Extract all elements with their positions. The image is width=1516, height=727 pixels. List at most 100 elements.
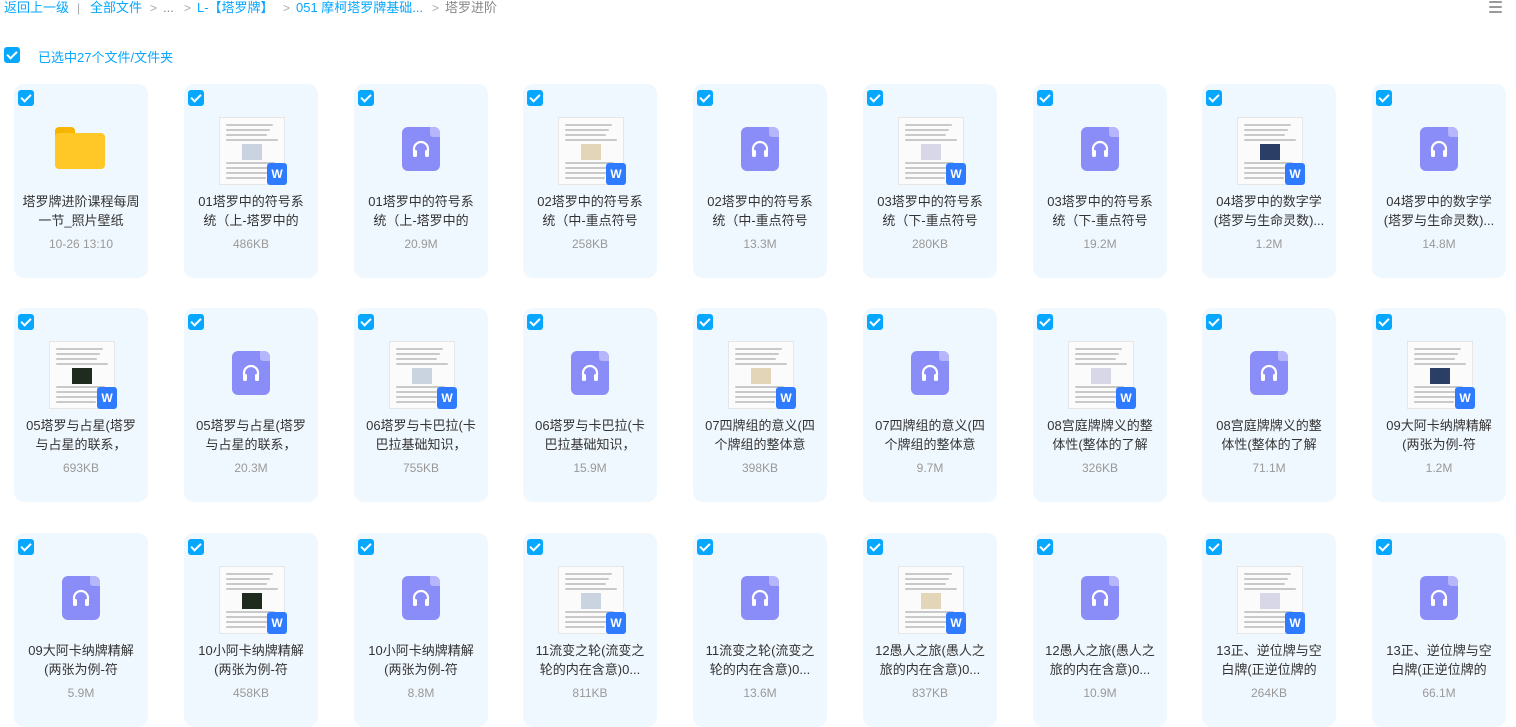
breadcrumb-tarot[interactable]: L-【塔罗牌】 [197,0,274,16]
audio-file-icon [571,351,609,395]
file-card[interactable]: 09大阿卡纳牌精解(两张为例-符 5.9M [14,533,148,727]
breadcrumb-course[interactable]: 051 摩柯塔罗牌基础... [296,0,423,16]
breadcrumb-separator: > [184,1,192,15]
file-checkbox[interactable] [188,539,204,555]
file-card[interactable]: W 13正、逆位牌与空白牌(正逆位牌的 264KB [1202,533,1336,727]
file-checkbox[interactable] [18,539,34,555]
word-doc-icon: W [776,387,796,409]
file-card[interactable]: W 11流变之轮(流变之轮的内在含意)0... 811KB [523,533,657,727]
file-card[interactable]: W 12愚人之旅(愚人之旅的内在含意)0... 837KB [863,533,997,727]
back-link[interactable]: 返回上一级 [4,0,69,16]
file-checkbox[interactable] [188,314,204,330]
audio-file-icon [232,351,270,395]
file-name: 07四牌组的意义(四个牌组的整体意 [875,418,985,452]
file-size: 20.3M [234,461,268,475]
file-checkbox[interactable] [867,314,883,330]
file-name: 02塔罗中的符号系统（中-重点符号 [537,194,643,228]
audio-file-icon [741,127,779,171]
file-name: 01塔罗中的符号系统（上-塔罗中的 [368,194,474,228]
audio-file-icon [62,576,100,620]
breadcrumb-ellipsis[interactable]: ... [163,0,174,16]
file-checkbox[interactable] [527,90,543,106]
file-checkbox[interactable] [1376,314,1392,330]
file-card[interactable]: 06塔罗与卡巴拉(卡巴拉基础知识， 15.9M [523,308,657,502]
file-name: 01塔罗中的符号系统（上-塔罗中的 [198,194,304,228]
file-card[interactable]: 10小阿卡纳牌精解(两张为例-符 8.8M [354,533,488,727]
file-card[interactable]: W 10小阿卡纳牌精解(两张为例-符 458KB [184,533,318,727]
file-card[interactable]: 05塔罗与占星(塔罗与占星的联系， 20.3M [184,308,318,502]
breadcrumb-divider: | [77,1,81,15]
file-name: 13正、逆位牌与空白牌(正逆位牌的 [1386,643,1492,677]
file-checkbox[interactable] [867,539,883,555]
file-checkbox[interactable] [1206,539,1222,555]
file-card[interactable]: 04塔罗中的数字学(塔罗与生命灵数)... 14.8M [1372,84,1506,278]
file-name: 12愚人之旅(愚人之旅的内在含意)0... [1045,643,1155,677]
folder-card[interactable]: 塔罗牌进阶课程每周一节_照片壁纸 10-26 13:10 [14,84,148,278]
folder-icon [55,127,105,169]
file-card[interactable]: W 05塔罗与占星(塔罗与占星的联系， 693KB [14,308,148,502]
file-card[interactable]: W 06塔罗与卡巴拉(卡巴拉基础知识， 755KB [354,308,488,502]
audio-file-icon [911,351,949,395]
breadcrumb-separator: > [432,1,440,15]
file-card[interactable]: W 03塔罗中的符号系统（下-重点符号 280KB [863,84,997,278]
file-checkbox[interactable] [1376,539,1392,555]
file-checkbox[interactable] [867,90,883,106]
file-name: 12愚人之旅(愚人之旅的内在含意)0... [875,643,985,677]
file-card[interactable]: 01塔罗中的符号系统（上-塔罗中的 20.9M [354,84,488,278]
file-name: 06塔罗与卡巴拉(卡巴拉基础知识， [535,418,645,452]
folder-date: 10-26 13:10 [48,237,114,251]
file-checkbox[interactable] [697,314,713,330]
word-doc-icon: W [1285,163,1305,185]
file-card[interactable]: 13正、逆位牌与空白牌(正逆位牌的 66.1M [1372,533,1506,727]
word-doc-icon: W [1455,387,1475,409]
file-card[interactable]: 11流变之轮(流变之轮的内在含意)0... 13.6M [693,533,827,727]
file-checkbox[interactable] [1376,90,1392,106]
file-checkbox[interactable] [358,314,374,330]
file-card[interactable]: W 04塔罗中的数字学(塔罗与生命灵数)... 1.2M [1202,84,1336,278]
file-size: 811KB [572,686,608,700]
audio-file-icon [741,576,779,620]
file-name: 11流变之轮(流变之轮的内在含意)0... [705,643,815,677]
selection-count: 已选中27个文件/文件夹 [38,50,174,65]
file-size: 13.3M [743,237,777,251]
file-name: 07四牌组的意义(四个牌组的整体意 [705,418,815,452]
file-checkbox[interactable] [697,90,713,106]
file-checkbox[interactable] [1206,90,1222,106]
file-size: 66.1M [1422,686,1456,700]
file-checkbox[interactable] [18,314,34,330]
breadcrumb-all-files[interactable]: 全部文件 [90,0,142,16]
file-card[interactable]: 08宫庭牌牌义的整体性(整体的了解 71.1M [1202,308,1336,502]
file-checkbox[interactable] [1206,314,1222,330]
file-card[interactable]: 07四牌组的意义(四个牌组的整体意 9.7M [863,308,997,502]
file-checkbox[interactable] [358,539,374,555]
word-doc-icon: W [267,612,287,634]
word-doc-icon: W [97,387,117,409]
file-size: 1.2M [1255,237,1283,251]
file-checkbox[interactable] [697,539,713,555]
file-size: 8.8M [407,686,435,700]
file-card[interactable]: W 01塔罗中的符号系统（上-塔罗中的 486KB [184,84,318,278]
file-checkbox[interactable] [1037,314,1053,330]
word-doc-icon: W [606,612,626,634]
file-card[interactable]: W 07四牌组的意义(四个牌组的整体意 398KB [693,308,827,502]
file-checkbox[interactable] [1037,539,1053,555]
file-checkbox[interactable] [18,90,34,106]
file-checkbox[interactable] [358,90,374,106]
file-card[interactable]: 02塔罗中的符号系统（中-重点符号 13.3M [693,84,827,278]
file-card[interactable]: W 08宫庭牌牌义的整体性(整体的了解 326KB [1033,308,1167,502]
file-card[interactable]: W 02塔罗中的符号系统（中-重点符号 258KB [523,84,657,278]
file-card[interactable]: 12愚人之旅(愚人之旅的内在含意)0... 10.9M [1033,533,1167,727]
word-doc-icon: W [1285,612,1305,634]
file-checkbox[interactable] [188,90,204,106]
file-name: 09大阿卡纳牌精解(两张为例-符 [28,643,134,677]
file-checkbox[interactable] [527,314,543,330]
file-name: 06塔罗与卡巴拉(卡巴拉基础知识， [366,418,476,452]
list-view-icon[interactable] [1488,0,1504,14]
file-card[interactable]: W 09大阿卡纳牌精解(两张为例-符 1.2M [1372,308,1506,502]
file-checkbox[interactable] [527,539,543,555]
file-checkbox[interactable] [1037,90,1053,106]
file-name: 10小阿卡纳牌精解(两张为例-符 [198,643,304,677]
select-all-checkbox[interactable] [4,47,20,63]
file-name: 04塔罗中的数字学(塔罗与生命灵数)... [1383,194,1495,228]
file-card[interactable]: 03塔罗中的符号系统（下-重点符号 19.2M [1033,84,1167,278]
